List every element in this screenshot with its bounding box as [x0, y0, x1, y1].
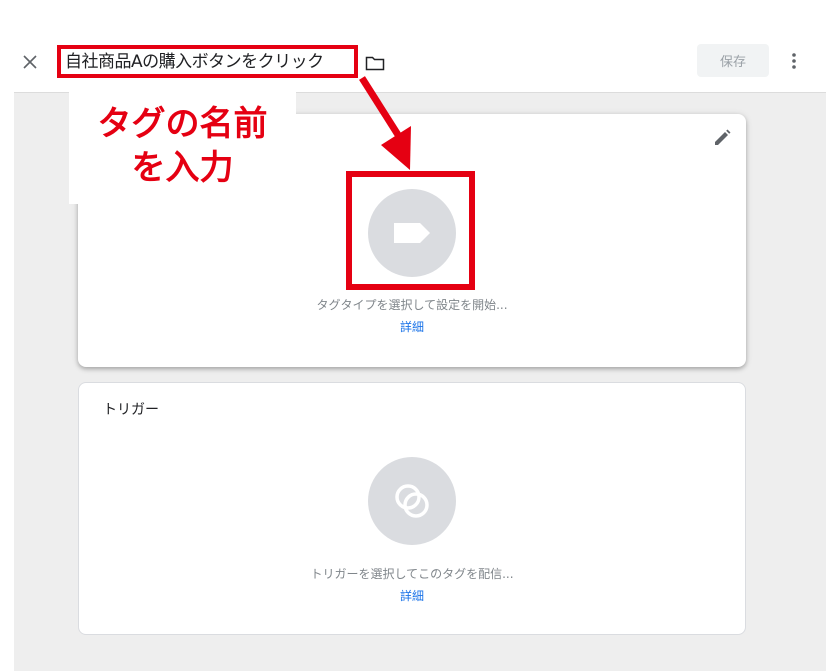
- annotation-callout: タグの名前 を入力: [69, 92, 296, 204]
- trigger-icon: [395, 484, 429, 518]
- top-bar: 自社商品Aの購入ボタンをクリック 保存: [0, 30, 836, 92]
- trigger-card[interactable]: トリガー トリガーを選択してこのタグを配信... 詳細: [78, 382, 746, 635]
- edit-button[interactable]: [711, 127, 733, 149]
- pencil-icon: [715, 129, 731, 145]
- tag-name-text: 自社商品Aの購入ボタンをクリック: [65, 52, 324, 72]
- save-button[interactable]: 保存: [697, 44, 769, 77]
- more-options-button[interactable]: [784, 48, 804, 74]
- folder-icon[interactable]: [365, 55, 385, 71]
- close-button[interactable]: [18, 50, 42, 74]
- close-icon: [23, 55, 37, 69]
- trigger-select-button[interactable]: [368, 457, 456, 545]
- more-vert-icon: [792, 53, 796, 69]
- tag-type-hint: タグタイプを選択して設定を開始...: [316, 298, 508, 312]
- tag-icon-highlight: [346, 171, 475, 290]
- tag-details-link[interactable]: 詳細: [78, 318, 746, 335]
- trigger-hint: トリガーを選択してこのタグを配信...: [310, 567, 514, 581]
- annotation-line-1: タグの名前: [97, 104, 268, 144]
- trigger-details-link[interactable]: 詳細: [79, 587, 745, 604]
- tag-name-input[interactable]: 自社商品Aの購入ボタンをクリック: [57, 45, 358, 78]
- annotation-line-2: を入力: [131, 148, 234, 188]
- trigger-card-title: トリガー: [103, 402, 159, 418]
